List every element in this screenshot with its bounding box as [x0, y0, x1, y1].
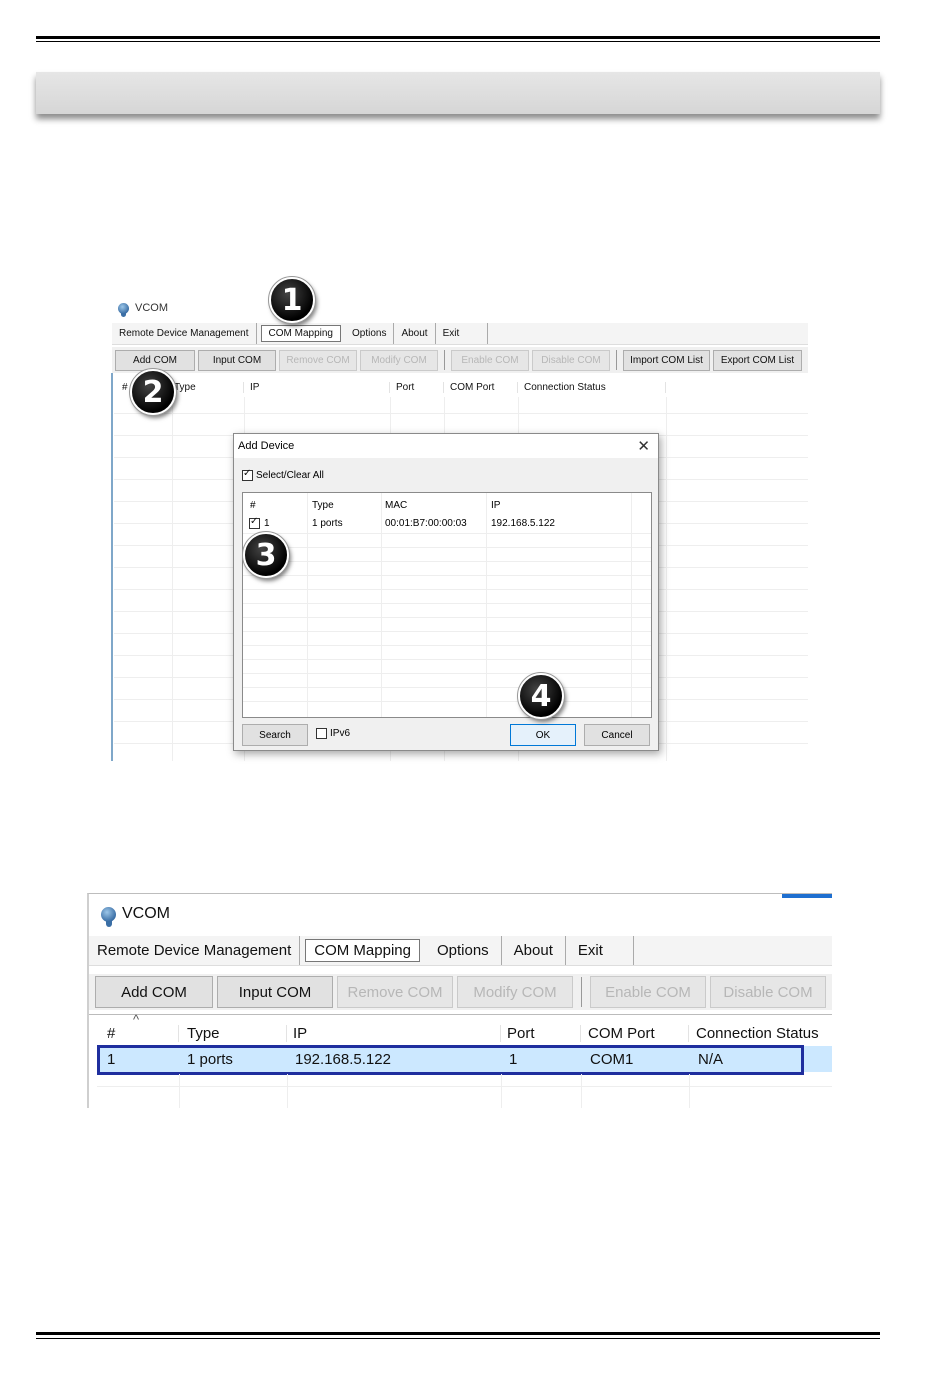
highlight-box [97, 1045, 804, 1075]
bottom-rule-thin [36, 1338, 880, 1339]
export-com-list-button[interactable]: Export COM List [713, 349, 802, 371]
col-num[interactable]: # [97, 1024, 179, 1042]
input-com-button[interactable]: Input COM [198, 349, 276, 371]
device-list-grid [243, 533, 651, 717]
toolbar-separator [616, 350, 617, 370]
menu-com-mapping[interactable]: COM Mapping [260, 325, 341, 342]
menubar: Remote Device Management COM Mapping Opt… [89, 936, 832, 966]
grid-header: # Type IP Port COM Port Connection Statu… [97, 1022, 832, 1044]
col-connection-status[interactable]: Connection Status [518, 381, 666, 393]
menu-options[interactable]: Options [345, 323, 395, 344]
menu-com-mapping[interactable]: COM Mapping [305, 939, 420, 962]
col-type[interactable]: Type [179, 1024, 287, 1042]
search-button[interactable]: Search [242, 724, 308, 746]
vcom-screenshot-result: VCOM Remote Device Management COM Mappin… [87, 893, 832, 1108]
device-list-header: # Type MAC IP [243, 497, 631, 513]
cancel-button[interactable]: Cancel [584, 724, 650, 746]
menubar: Remote Device Management COM Mapping Opt… [112, 323, 808, 345]
col-ip[interactable]: IP [287, 1024, 501, 1042]
dialog-title: Add Device [238, 440, 295, 452]
select-clear-all[interactable]: Select/Clear All [242, 468, 324, 481]
top-rule-thin [36, 41, 880, 42]
device-list: # Type MAC IP 1 1 ports 00:01:B7:00:00:0… [242, 492, 652, 718]
col-connection-status[interactable]: Connection Status [689, 1025, 832, 1042]
add-com-button[interactable]: Add COM [95, 976, 213, 1008]
step-marker-1: 1 [268, 276, 316, 324]
menu-exit[interactable]: Exit [436, 323, 489, 344]
section-header-bar [36, 72, 880, 114]
device-ip: 192.168.5.122 [491, 517, 555, 529]
modify-com-button[interactable]: Modify COM [457, 976, 573, 1008]
enable-com-button[interactable]: Enable COM [590, 976, 706, 1008]
menu-about[interactable]: About [502, 936, 566, 965]
select-all-checkbox[interactable] [242, 468, 253, 481]
col-ip[interactable]: IP [244, 381, 390, 393]
toolbar-separator [581, 977, 582, 1007]
menu-exit[interactable]: Exit [566, 936, 634, 965]
window-title-bar: VCOM [101, 905, 170, 927]
menu-remote-device-management[interactable]: Remote Device Management [112, 323, 257, 344]
input-com-button[interactable]: Input COM [217, 976, 333, 1008]
window-edge [111, 373, 113, 761]
col-com-port[interactable]: COM Port [581, 1024, 689, 1042]
ipv6-checkbox[interactable] [316, 728, 327, 739]
dlg-col-ip[interactable]: IP [486, 500, 631, 511]
remove-com-button[interactable]: Remove COM [337, 976, 453, 1008]
col-com-port[interactable]: COM Port [444, 381, 518, 393]
add-com-button[interactable]: Add COM [115, 349, 195, 371]
menu-remote-device-management[interactable]: Remote Device Management [89, 936, 301, 965]
ok-button[interactable]: OK [510, 724, 576, 746]
add-device-dialog: Add Device ✕ Select/Clear All # Type MAC… [233, 433, 659, 751]
window-title: VCOM [135, 302, 168, 314]
window-title: VCOM [122, 905, 170, 922]
enable-com-button[interactable]: Enable COM [451, 349, 529, 371]
dlg-col-mac[interactable]: MAC [381, 500, 486, 511]
device-num: 1 [264, 517, 270, 529]
step-marker-3: 3 [242, 531, 290, 579]
dlg-col-type[interactable]: Type [307, 500, 381, 511]
device-mac: 00:01:B7:00:00:03 [385, 517, 467, 529]
step-marker-4: 4 [517, 672, 565, 720]
remove-com-button[interactable]: Remove COM [279, 349, 357, 371]
vcom-app-icon [118, 302, 129, 318]
menu-about[interactable]: About [394, 323, 436, 344]
menu-options[interactable]: Options [425, 936, 502, 965]
top-rule [36, 36, 880, 39]
col-port[interactable]: Port [501, 1024, 581, 1042]
window-accent [782, 894, 832, 898]
device-row[interactable]: 1 1 ports 00:01:B7:00:00:03 192.168.5.12… [243, 515, 631, 531]
import-com-list-button[interactable]: Import COM List [623, 349, 710, 371]
disable-com-button[interactable]: Disable COM [532, 349, 610, 371]
disable-com-button[interactable]: Disable COM [710, 976, 826, 1008]
modify-com-button[interactable]: Modify COM [360, 349, 438, 371]
toolbar: Add COM Input COM Remove COM Modify COM … [112, 347, 808, 373]
select-all-label: Select/Clear All [256, 470, 324, 481]
bottom-rule [36, 1332, 880, 1335]
step-marker-2: 2 [129, 368, 177, 416]
device-type: 1 ports [312, 517, 343, 529]
dlg-col-num[interactable]: # [243, 500, 307, 511]
device-row-checkbox[interactable] [249, 516, 260, 529]
dialog-title-bar: Add Device [234, 434, 658, 458]
close-icon[interactable]: ✕ [637, 437, 650, 455]
grid-body [97, 1074, 832, 1108]
ipv6-label: IPv6 [330, 728, 351, 739]
toolbar: Add COM Input COM Remove COM Modify COM … [89, 974, 832, 1010]
col-type[interactable]: Type [172, 381, 244, 393]
toolbar-separator [444, 350, 445, 370]
grid-header: # Type IP Port COM Port Connection Statu… [114, 377, 666, 397]
window-title-bar: VCOM [118, 302, 168, 318]
col-port[interactable]: Port [390, 381, 444, 393]
ipv6-option[interactable]: IPv6 [316, 728, 350, 739]
grid-top-border [89, 1014, 832, 1015]
vcom-app-icon [101, 906, 116, 927]
